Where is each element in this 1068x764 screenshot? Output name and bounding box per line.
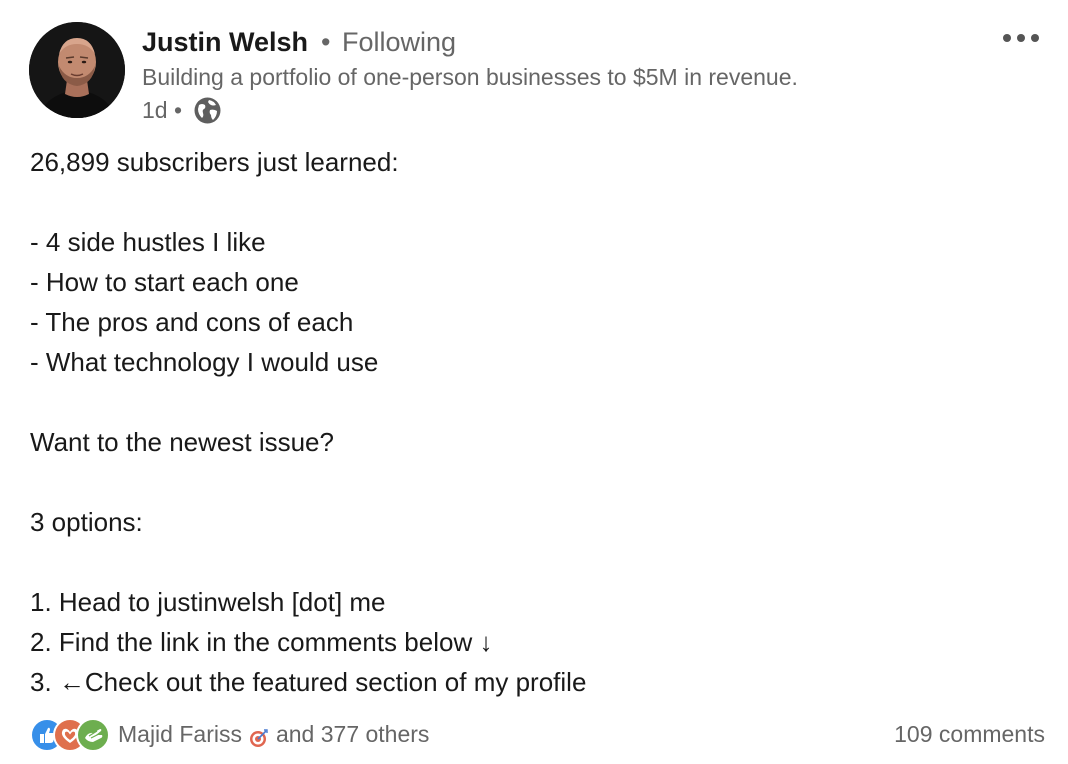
author-headline: Building a portfolio of one-person busin… (142, 64, 798, 90)
post-line: - 4 side hustles I like (30, 227, 266, 257)
post-line: 3. ←Check out the featured section of my… (30, 667, 587, 697)
post-line (30, 182, 1040, 222)
globe-icon (193, 96, 222, 125)
author-name[interactable]: Justin Welsh (142, 24, 308, 60)
post-line (30, 382, 1040, 422)
reactor-name[interactable]: Majid Fariss (118, 718, 242, 750)
feed-post: Justin Welsh • Following Building a port… (0, 0, 1068, 764)
more-horizontal-icon (1003, 34, 1011, 42)
author-avatar[interactable] (29, 22, 125, 118)
post-line: 2. Find the link in the comments below ↓ (30, 627, 493, 657)
more-dot (1017, 34, 1025, 42)
reactions-text[interactable]: Majid Fariss and 377 others (118, 718, 429, 750)
post-line: - What technology I would use (30, 347, 379, 377)
others-count[interactable]: and 377 others (276, 718, 429, 750)
comments-count[interactable]: 109 comments (894, 718, 1045, 750)
post-line: 26,899 subscribers just learned: (30, 147, 399, 177)
post-line (30, 462, 1040, 502)
reactions-summary[interactable] (30, 718, 110, 752)
post-line: - The pros and cons of each (30, 307, 354, 337)
post-timestamp: 1d (142, 97, 168, 123)
more-options-button[interactable] (996, 26, 1046, 50)
post-line: 1. Head to justinwelsh [dot] me (30, 587, 386, 617)
post-line (30, 542, 1040, 582)
following-status[interactable]: Following (342, 24, 456, 60)
more-dot (1031, 34, 1039, 42)
support-icon (76, 718, 110, 752)
target-icon (249, 724, 269, 747)
post-line: Want to the newest issue? (30, 427, 334, 457)
post-text: 26,899 subscribers just learned: - 4 sid… (30, 142, 1040, 702)
avatar-photo-icon (29, 22, 125, 118)
post-line: 3 options: (30, 507, 143, 537)
post-line: - How to start each one (30, 267, 299, 297)
meta-separator: • (174, 97, 183, 123)
name-separator: • (321, 27, 331, 57)
